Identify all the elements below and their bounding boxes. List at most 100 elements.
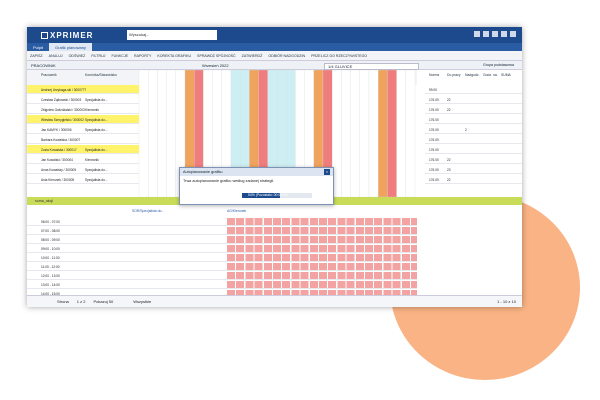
toolbar-button-2[interactable]: ODŚWIEŻ	[69, 54, 86, 58]
search-input[interactable]: Wyszukaj...	[127, 30, 217, 40]
table-row[interactable]: Andrzej Urzykaga-ski / 3000777	[27, 85, 139, 94]
hour-label: 13:00 - 14:00	[41, 283, 60, 287]
employee-name: Ania Kierunek / 300005	[41, 178, 75, 182]
employee-name: Zuzia Kowalska / 300017	[41, 148, 77, 152]
table-row[interactable]: Zbigniew Gwiżdżalski / 300003 Kierownik	[27, 105, 139, 114]
employee-name: Zbigniew Gwiżdżalski / 300003	[41, 108, 85, 112]
toolbar-button-5[interactable]: RAPORTY	[134, 54, 151, 58]
group-selector[interactable]: Grupa podstawowa	[483, 63, 514, 67]
coverage-cells	[227, 227, 417, 234]
table-row[interactable]: Anna Kowalsky / 300005 Specjalista do...	[27, 165, 139, 174]
summary-row-item: 176.00	[425, 145, 522, 154]
app-logo: XPRIMER	[41, 31, 121, 40]
toolbar-button-3[interactable]: FILTRUJ	[91, 54, 105, 58]
table-row[interactable]: Wiesław Szmygielski / 300002 Specjalista …	[27, 115, 139, 124]
logo-icon	[41, 31, 48, 39]
summary-cell: 176.00	[429, 148, 439, 152]
hour-row: 08:00 - 09:00	[27, 235, 417, 244]
summary-row-item: 176.00	[425, 115, 522, 124]
filter-employee[interactable]: PRACOWNIK	[31, 63, 56, 68]
day-column-25	[359, 70, 370, 197]
title-bar: XPRIMER Wyszukaj...	[27, 27, 522, 43]
summary-cell: 2	[465, 128, 467, 132]
summary-cell: 176.00	[429, 178, 439, 182]
hour-label: 09:00 - 10:00	[41, 247, 60, 251]
hour-label: 12:00 - 13:00	[41, 274, 60, 278]
record-count: 1 - 10 z 10	[497, 299, 516, 304]
hour-row: 12:00 - 13:00	[27, 271, 417, 280]
hour-row: 13:00 - 14:00	[27, 280, 417, 289]
progress-bar: 54% (Pozostało: 00:00:11)	[242, 193, 312, 198]
employee-position: Specjalista do...	[85, 128, 108, 132]
employee-name: Jan KAMYK / 300006	[41, 128, 72, 132]
col-employee: Pracownik	[41, 73, 57, 77]
dialog-message: Trwa autoplanowanie grafiku według zadan…	[183, 179, 275, 183]
summary-cell: 22	[447, 158, 451, 162]
summary-cell: 22	[447, 108, 451, 112]
table-row[interactable]: Barbara Kowalska / 300007	[27, 135, 139, 144]
table-row[interactable]: Jan KAMYK / 300006 Specjalista do...	[27, 125, 139, 134]
progress-label: 54% (Pozostało: 00:00:11)	[248, 193, 288, 197]
day-column-26	[368, 70, 379, 197]
close-icon[interactable]: ×	[324, 169, 330, 175]
employee-name: Andrzej Urzykaga-ski / 3000777	[41, 88, 87, 92]
summary-cell: 23	[447, 168, 451, 172]
mail-icon[interactable]	[492, 31, 498, 37]
table-row[interactable]: Zuzia Kowalska / 300017 Specjalista do...	[27, 145, 139, 154]
toolbar-button-9[interactable]: ODBIÓR NADGODZIN	[268, 54, 305, 58]
day-column-2	[148, 70, 158, 197]
tab-bar: Pulpit Grafik planowany	[27, 43, 522, 51]
hour-label: 08:00 - 09:00	[41, 238, 60, 242]
summary-label: suma_akcji	[35, 199, 53, 203]
summary-row-item: 176.00 23	[425, 165, 522, 174]
employee-position: Specjalista do...	[85, 98, 108, 102]
toolbar-button-7[interactable]: SPRAWDŹ SPÓJNOŚĆ	[197, 54, 236, 58]
page-size-select[interactable]: Pokazuj 50	[93, 299, 113, 304]
footer-bar: Strona 1 z 2 Pokazuj 50 Wszystkie 1 - 10…	[27, 295, 522, 307]
day-column-27	[378, 70, 388, 197]
toolbar-button-6[interactable]: KOREKTA GRAFIKU	[157, 54, 191, 58]
employee-name: Czesław Żąłkowski / 300003	[41, 98, 82, 102]
hour-row: 10:00 - 11:00	[27, 253, 417, 262]
summary-cell: 176.00	[429, 108, 439, 112]
show-all-checkbox[interactable]: Wszystkie	[133, 299, 151, 304]
employee-position: Kierownik	[85, 108, 99, 112]
day-column-29	[396, 70, 406, 197]
table-row[interactable]: Czesław Żąłkowski / 300003 Specjalista do…	[27, 95, 139, 104]
day-column-30	[405, 70, 416, 197]
coverage-cells	[227, 245, 417, 252]
toolbar-button-4[interactable]: FUNKCJE	[111, 54, 128, 58]
employee-name: Wiesław Szmygielski / 300002	[41, 118, 84, 122]
hour-label: 07:00 - 08:00	[41, 229, 60, 233]
summary-row-item: 176.00 22	[425, 105, 522, 114]
month-selector[interactable]: Wrzesień 2022	[202, 63, 229, 68]
toolbar-button-1[interactable]: ANULUJ	[49, 54, 63, 58]
coverage-cells	[227, 263, 417, 270]
summary-cell: 176.00	[429, 158, 439, 162]
pagination[interactable]: 1 z 2	[77, 299, 86, 304]
toolbar-button-8[interactable]: ZATWIERDŹ	[242, 54, 263, 58]
summary-col-2: Nadgodz.	[465, 73, 480, 77]
day-column-3	[157, 70, 167, 197]
user-icon[interactable]	[501, 31, 507, 37]
dialog-title: Autoplanowanie grafiku	[180, 168, 333, 176]
employee-position: Specjalista do...	[85, 148, 108, 152]
summary-row-item: 176.00 22	[425, 155, 522, 164]
menu-icon[interactable]	[510, 31, 516, 37]
toolbar-button-0[interactable]: ZAPISZ	[30, 54, 43, 58]
hour-label: 10:00 - 11:00	[41, 256, 60, 260]
summary-cell: 176.00	[429, 168, 439, 172]
employee-position: Specjalista do...	[85, 118, 108, 122]
table-row[interactable]: Ania Kierunek / 300005 Specjalista do...	[27, 175, 139, 184]
week-selector[interactable]: 1/4 GLUVICE	[324, 63, 419, 70]
tab-pulpit[interactable]: Pulpit	[27, 43, 49, 51]
summary-row-item: 176.00 2	[425, 125, 522, 134]
grid-icon[interactable]	[474, 31, 480, 37]
day-column-24	[350, 70, 360, 197]
summary-row-item: 99.00	[425, 85, 522, 94]
calendar-icon[interactable]	[483, 31, 489, 37]
table-row[interactable]: Jan Kowalski / 300004 Kierownik	[27, 155, 139, 164]
tab-grafik[interactable]: Grafik planowany	[49, 43, 92, 51]
toolbar-button-10[interactable]: PRZELICZ DO RZECZYWISTEGO	[311, 54, 367, 58]
autoplan-dialog: Autoplanowanie grafiku × Trwa autoplanow…	[179, 167, 334, 205]
